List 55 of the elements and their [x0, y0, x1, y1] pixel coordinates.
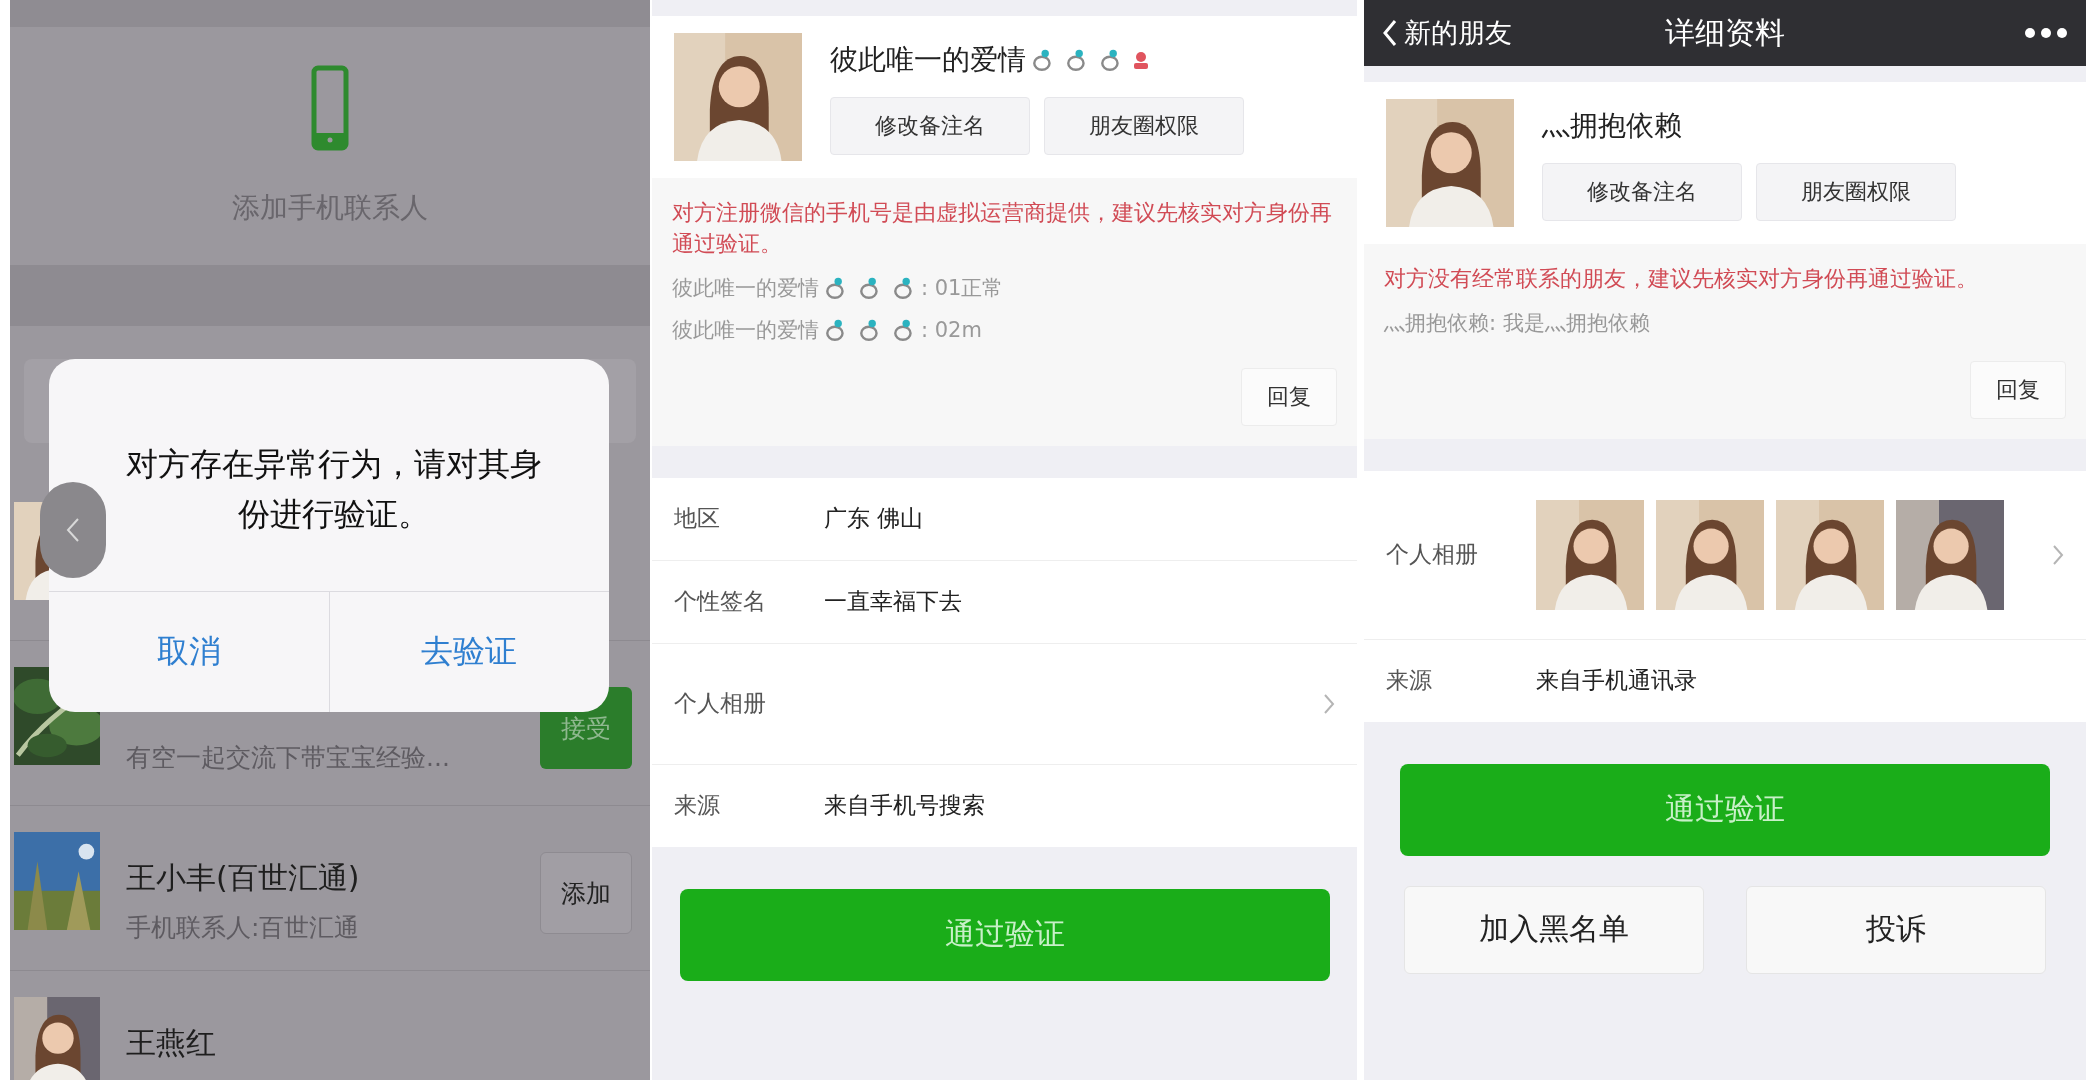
warning-text: 对方没有经常联系的朋友，建议先核实对方身份再通过验证。: [1384, 265, 1979, 293]
ring-icon: [859, 275, 881, 300]
field-value: 来自手机号搜索: [824, 791, 986, 821]
field-label: 地区: [674, 504, 721, 534]
chevron-icon: [66, 517, 80, 543]
add-button[interactable]: 添加: [540, 852, 632, 934]
ring-icon: [893, 317, 915, 342]
dialog-button[interactable]: 取消: [49, 592, 329, 712]
profile-button[interactable]: 朋友圈权限: [1756, 163, 1956, 221]
contact-name: 王燕红: [126, 1024, 217, 1062]
field-label: 个人相册: [1386, 540, 1479, 570]
profile-button[interactable]: 修改备注名: [1542, 163, 1742, 221]
ring-icon: [1066, 48, 1088, 72]
request-message: 有空一起交流下带宝宝经验...: [126, 742, 451, 774]
field-label: 个性签名: [674, 587, 767, 617]
field-value: 一直幸福下去: [824, 587, 963, 617]
contact-name: 王小丰(百世汇通): [126, 859, 361, 897]
sender-name: 彼此唯一的爱情: [672, 274, 819, 302]
back-button[interactable]: 新的朋友: [1382, 15, 1582, 51]
reply-button[interactable]: 回复: [1241, 367, 1337, 426]
action-button[interactable]: 投诉: [1746, 885, 2046, 974]
ring-icon: [825, 275, 847, 300]
dialog-message: 对方存在异常行为，请对其身份进行验证。: [125, 444, 543, 535]
request-message: 手机联系人:百世汇通: [126, 912, 361, 944]
reply-button[interactable]: 回复: [1970, 360, 2066, 419]
message-text: : 02m: [921, 317, 982, 342]
message-text: : 01正常: [921, 274, 1004, 302]
more-icon[interactable]: [2024, 27, 2068, 39]
field-label: 来源: [674, 791, 721, 821]
profile-name: 彼此唯一的爱情: [830, 42, 1026, 78]
warning-text: 对方注册微信的手机号是由虚拟运营商提供，建议先核实对方身份再通过验证。: [672, 199, 1333, 258]
field-value: 来自手机通讯录: [1536, 666, 1698, 696]
album-row[interactable]: 个人相册: [1364, 470, 2086, 640]
ring-icon: [1032, 48, 1054, 72]
profile-button[interactable]: 朋友圈权限: [1044, 97, 1244, 155]
profile-button[interactable]: 修改备注名: [830, 97, 1030, 155]
dialog-button[interactable]: 去验证: [328, 592, 609, 712]
chevron-icon: [1323, 692, 1335, 715]
ring-icon: [825, 317, 847, 342]
chevron-icon: [1382, 19, 1398, 47]
field-label: 来源: [1386, 666, 1433, 696]
phone-icon: [311, 65, 349, 151]
ring-icon: [859, 317, 881, 342]
screen-title: 详细资料: [1664, 13, 1786, 52]
chevron-icon: [2052, 543, 2064, 566]
album-row[interactable]: 个人相册: [652, 643, 1357, 765]
ring-icon: [1100, 48, 1122, 72]
field-label: 个人相册: [674, 689, 767, 719]
profile-name: 灬拥抱依赖: [1542, 108, 1682, 144]
person-icon: [1132, 50, 1150, 70]
action-button[interactable]: 加入黑名单: [1404, 885, 1704, 974]
sender-name: 彼此唯一的爱情: [672, 316, 819, 344]
field-value: 广东 佛山: [824, 504, 925, 534]
message-text: 灬拥抱依赖: 我是灬拥抱依赖: [1384, 309, 1650, 337]
ring-icon: [893, 275, 915, 300]
